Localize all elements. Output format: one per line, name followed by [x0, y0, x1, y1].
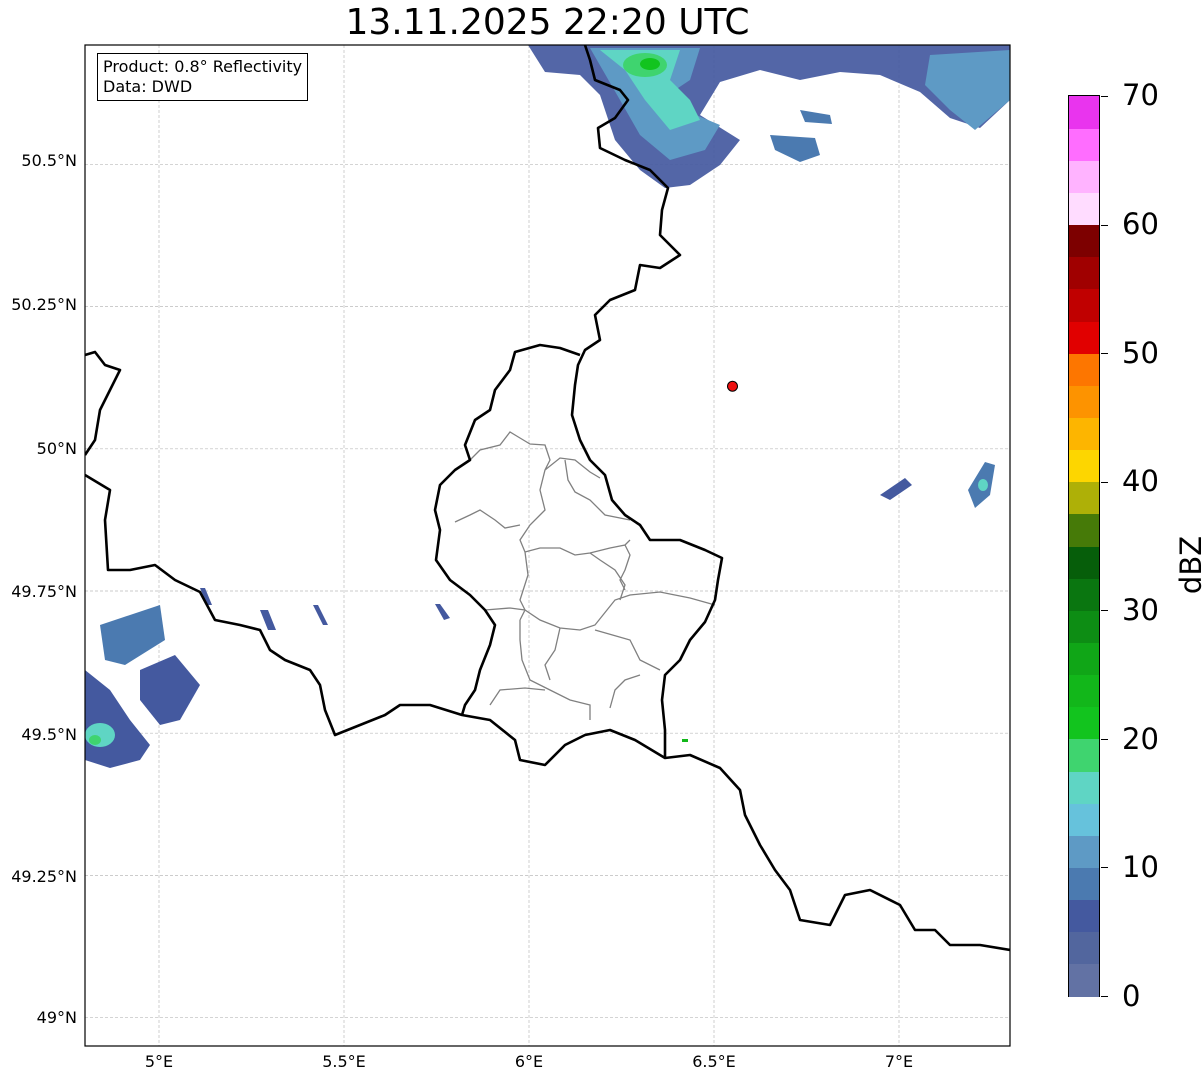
- colorbar-tick: [1101, 353, 1108, 355]
- echo-east-2-core: [978, 479, 988, 491]
- colorbar-segment: [1069, 578, 1099, 611]
- colorbar: [1068, 95, 1100, 997]
- colorbar-segment: [1069, 192, 1099, 226]
- lon-tick-label: 5.5°E: [322, 1052, 366, 1071]
- colorbar-segment: [1069, 610, 1099, 644]
- lat-tick-label: 50.5°N: [21, 151, 77, 170]
- product-label: Product: 0.8° Reflectivity: [103, 57, 303, 76]
- lat-tick-label: 49.75°N: [11, 582, 77, 601]
- colorbar-segment: [1069, 481, 1099, 515]
- colorbar-tick: [1101, 867, 1108, 869]
- plot-background: [85, 45, 1010, 1046]
- colorbar-segment: [1069, 931, 1099, 965]
- colorbar-segment: [1069, 417, 1099, 451]
- lon-tick-label: 6°E: [514, 1052, 544, 1071]
- colorbar-segment: [1069, 899, 1099, 933]
- colorbar-segment: [1069, 321, 1099, 354]
- lon-tick-label: 5°E: [144, 1052, 174, 1071]
- colorbar-tick-label: 10: [1122, 850, 1159, 884]
- colorbar-segment: [1069, 288, 1099, 322]
- colorbar-unit-label: dBZ: [1174, 535, 1202, 595]
- colorbar-segment: [1069, 803, 1099, 836]
- colorbar-tick-label: 30: [1122, 593, 1159, 627]
- echo-north-peak-core: [640, 58, 660, 70]
- colorbar-segment: [1069, 867, 1099, 901]
- colorbar-segment: [1069, 160, 1099, 194]
- colorbar-segment: [1069, 771, 1099, 804]
- product-info-box: Product: 0.8° Reflectivity Data: DWD: [97, 53, 309, 101]
- colorbar-tick: [1101, 996, 1108, 997]
- colorbar-segment: [1069, 963, 1099, 997]
- colorbar-segment: [1069, 546, 1099, 579]
- colorbar-tick-label: 50: [1122, 336, 1159, 370]
- colorbar-tick-label: 20: [1122, 722, 1159, 756]
- colorbar-tick: [1101, 224, 1108, 226]
- lat-tick-label: 50.25°N: [11, 295, 77, 314]
- colorbar-segment: [1069, 96, 1099, 129]
- colorbar-tick-label: 40: [1122, 464, 1159, 498]
- radar-site-marker: [727, 380, 738, 392]
- colorbar-segment: [1069, 706, 1099, 740]
- colorbar-tick: [1101, 610, 1108, 612]
- colorbar-segment: [1069, 449, 1099, 483]
- lat-tick-label: 50°N: [36, 439, 77, 458]
- radar-map: [84, 44, 1011, 1047]
- lon-tick-label: 6.5°E: [692, 1052, 736, 1071]
- echo-green-speck: [682, 739, 688, 742]
- colorbar-tick-label: 70: [1122, 78, 1159, 112]
- colorbar-segment: [1069, 513, 1099, 547]
- lat-tick-label: 49.5°N: [21, 725, 77, 744]
- colorbar-segment: [1069, 256, 1099, 290]
- colorbar-segment: [1069, 738, 1099, 772]
- colorbar-tick-label: 60: [1122, 207, 1159, 241]
- colorbar-tick: [1101, 738, 1108, 740]
- colorbar-tick: [1101, 481, 1108, 483]
- colorbar-segment: [1069, 642, 1099, 676]
- echo-west-peak: [89, 735, 101, 745]
- echo-west-core: [85, 723, 115, 747]
- lon-tick-label: 7°E: [884, 1052, 914, 1071]
- colorbar-segment: [1069, 128, 1099, 161]
- colorbar-tick-label: 0: [1122, 979, 1141, 1013]
- colorbar-tick: [1101, 96, 1108, 97]
- colorbar-segment: [1069, 835, 1099, 869]
- colorbar-segment: [1069, 224, 1099, 258]
- colorbar-segment: [1069, 385, 1099, 419]
- colorbar-segment: [1069, 674, 1099, 708]
- data-source-label: Data: DWD: [103, 77, 193, 96]
- lat-tick-label: 49.25°N: [11, 867, 77, 886]
- colorbar-segment: [1069, 353, 1099, 386]
- lat-tick-label: 49°N: [36, 1008, 77, 1027]
